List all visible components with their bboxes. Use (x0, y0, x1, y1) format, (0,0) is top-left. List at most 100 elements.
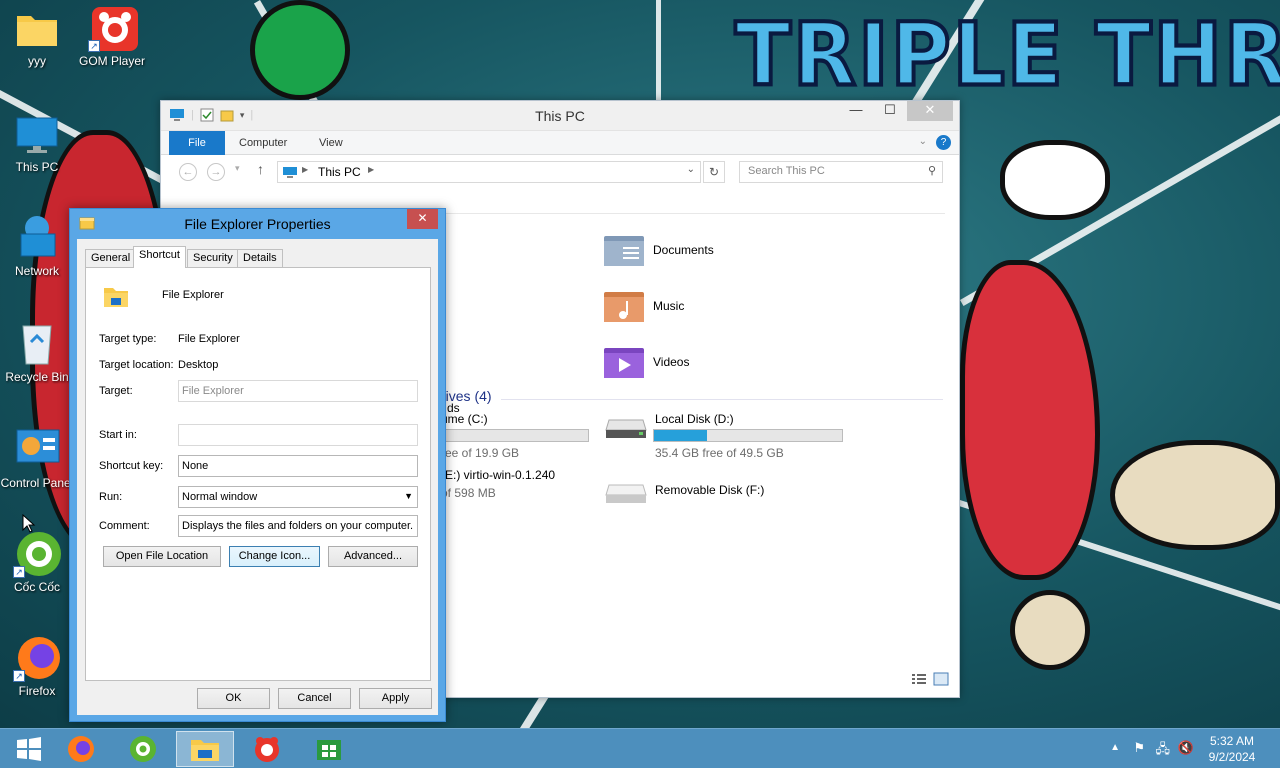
tab-shortcut[interactable]: Shortcut (133, 246, 186, 268)
drive-free-space: ree of 19.9 GB (441, 446, 520, 460)
coc-coc-icon (130, 736, 156, 762)
breadcrumb-this-pc[interactable]: This PC (318, 165, 361, 179)
tab-details[interactable]: Details (237, 249, 283, 267)
refresh-button[interactable]: ↻ (703, 161, 725, 183)
address-bar[interactable]: ▶ This PC ▶ ⌄ (277, 161, 701, 183)
taskbar-coc-coc[interactable] (114, 731, 172, 767)
desktop-icon-this-pc[interactable]: This PC (0, 116, 74, 174)
gom-player-icon (255, 737, 279, 762)
devices-header: rives (4) (441, 388, 492, 404)
folder-label: Documents (653, 243, 714, 257)
gom-player-icon: ↗ (88, 6, 138, 52)
maximize-button[interactable]: ☐ (873, 101, 907, 121)
volume-muted-icon[interactable]: 🔇 (1178, 740, 1194, 756)
desktop-icon-coc-coc[interactable]: ↗ Cốc Cốc (0, 530, 74, 594)
folder-label: Music (653, 299, 685, 313)
cancel-button[interactable]: Cancel (278, 688, 351, 709)
file-explorer-icon (104, 288, 128, 307)
address-row: ← → ▾ ↑ ▶ This PC ▶ ⌄ ↻ Search This PC ⚲ (161, 155, 959, 187)
computer-icon (15, 116, 59, 156)
forward-button[interactable]: → (207, 163, 225, 181)
change-icon-button[interactable]: Change Icon... (229, 546, 320, 567)
tab-computer[interactable]: Computer (227, 131, 299, 155)
folder-icon (15, 10, 59, 50)
tab-general[interactable]: General (85, 249, 137, 267)
wallpaper-red-hair (960, 260, 1100, 580)
drive-c[interactable]: ume (C:) ree of 19.9 GB (441, 412, 589, 460)
videos-folder-icon (603, 345, 645, 379)
minimize-button[interactable]: — (839, 101, 873, 121)
desktop-icon-gom-player[interactable]: ↗ GOM Player (75, 6, 149, 68)
taskbar-store[interactable] (300, 731, 358, 767)
start-in-label: Start in: (99, 429, 137, 441)
advanced-button[interactable]: Advanced... (328, 546, 418, 567)
dialog-close-button[interactable]: ✕ (407, 209, 438, 229)
back-button[interactable]: ← (179, 163, 197, 181)
taskbar-gom-player[interactable] (238, 731, 296, 767)
close-button[interactable]: ✕ (907, 101, 953, 121)
breadcrumb-separator-icon[interactable]: ▶ (368, 165, 374, 174)
folder-videos[interactable]: Videos (603, 345, 689, 379)
search-input[interactable]: Search This PC ⚲ (739, 161, 943, 183)
comment-field[interactable]: Displays the files and folders on your c… (178, 515, 418, 537)
desktop-icon-recycle-bin[interactable]: Recycle Bin (0, 320, 74, 384)
taskbar-file-explorer[interactable] (176, 731, 234, 767)
desktop-icon-control-panel[interactable]: Control Panel (0, 428, 74, 490)
drive-label: Local Disk (D:) (655, 412, 734, 426)
details-view-icon[interactable] (911, 673, 927, 685)
recycle-bin-icon (15, 320, 59, 366)
help-icon[interactable]: ? (936, 135, 951, 150)
desktop-icon-label: Cốc Cốc (13, 580, 60, 594)
comment-label: Comment: (99, 520, 150, 532)
start-in-field[interactable] (178, 424, 418, 446)
tab-security[interactable]: Security (187, 249, 239, 267)
desktop-icon-network[interactable]: Network (0, 214, 74, 278)
removable-disk-icon (605, 484, 647, 503)
network-status-icon[interactable]: 🖧 (1156, 740, 1171, 762)
drive-e[interactable]: (E:) virtio-win-0.1.240 of 598 MB (441, 468, 555, 500)
drive-f[interactable]: Removable Disk (F:) (605, 483, 764, 503)
music-folder-icon (603, 289, 645, 323)
desktop-icon-firefox[interactable]: ↗ Firefox (0, 634, 74, 698)
apply-button[interactable]: Apply (359, 688, 432, 709)
target-location-label: Target location: (99, 359, 174, 371)
firefox-icon: ↗ (13, 634, 60, 682)
folder-music[interactable]: Music (603, 289, 684, 323)
desktop-icon-label: yyy (28, 54, 46, 68)
clock-time: 5:32 AM (1209, 734, 1255, 748)
recent-locations-icon[interactable]: ▾ (235, 163, 240, 174)
drive-d[interactable]: Local Disk (D:) 35.4 GB free of 49.5 GB (605, 412, 843, 460)
run-select[interactable]: Normal window ▼ (178, 486, 418, 508)
search-icon: ⚲ (927, 165, 936, 177)
tab-view[interactable]: View (307, 131, 355, 155)
large-icons-view-icon[interactable] (933, 672, 949, 686)
taskbar: ▲ ⚑ 🖧 🔇 5:32 AM 9/2/2024 (0, 728, 1280, 768)
window-controls: — ☐ ✕ (839, 101, 953, 121)
action-center-flag-icon[interactable]: ⚑ (1133, 740, 1145, 756)
divider (98, 318, 418, 319)
show-hidden-icons-icon[interactable]: ▲ (1110, 742, 1120, 753)
clock-date: 9/2/2024 (1208, 750, 1256, 764)
tab-file[interactable]: File (169, 131, 225, 155)
target-field[interactable]: File Explorer (178, 380, 418, 402)
drive-usage-fill (654, 430, 707, 441)
clock[interactable]: 5:32 AM 9/2/2024 (1202, 733, 1262, 765)
run-select-value: Normal window (182, 491, 258, 503)
wallpaper-shoe (1110, 440, 1280, 550)
computer-icon (283, 167, 297, 178)
ribbon-expand-icon[interactable]: ⌄ (919, 136, 927, 147)
wallpaper-bag (1010, 590, 1090, 670)
windows-logo-icon (17, 737, 41, 761)
shortcut-arrow-icon: ↗ (13, 670, 25, 682)
folder-documents[interactable]: Documents (603, 233, 714, 267)
ok-button[interactable]: OK (197, 688, 270, 709)
hard-disk-icon (605, 419, 647, 438)
shortcut-key-field[interactable]: None (178, 455, 418, 477)
up-button[interactable]: ↑ (257, 161, 264, 177)
start-button[interactable] (0, 731, 58, 767)
open-file-location-button[interactable]: Open File Location (103, 546, 221, 567)
address-dropdown-icon[interactable]: ⌄ (687, 164, 695, 175)
drive-usage-bar (441, 429, 589, 442)
taskbar-firefox[interactable] (52, 731, 110, 767)
desktop-icon-yyy[interactable]: yyy (0, 10, 74, 68)
